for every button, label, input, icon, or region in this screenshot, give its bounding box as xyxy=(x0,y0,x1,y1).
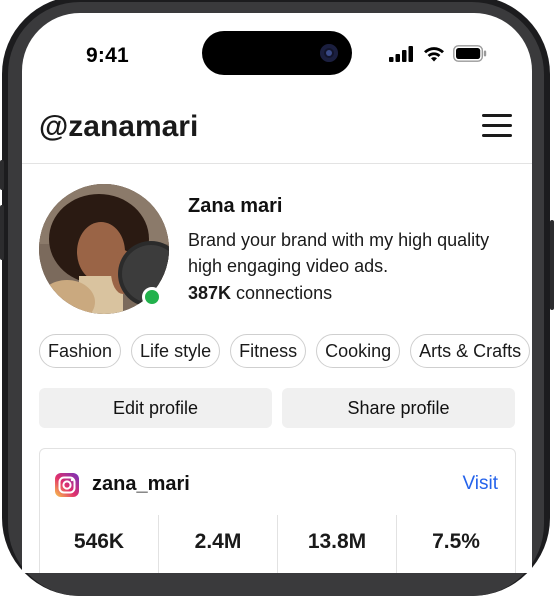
side-button-left xyxy=(0,160,4,190)
tag-arts-crafts[interactable]: Arts & Crafts xyxy=(410,334,531,368)
signal-icon xyxy=(389,45,413,62)
status-time: 9:41 xyxy=(86,44,129,67)
social-handle: zana_mari xyxy=(92,473,190,495)
interest-tags: Fashion Life style Fitness Cooking Arts … xyxy=(39,334,531,368)
instagram-icon xyxy=(55,473,79,497)
visit-link[interactable]: Visit xyxy=(462,473,498,495)
phone-screen: 9:41 @zanamari Zana mari Brand your bran… xyxy=(22,13,532,573)
profile-bio: Brand your brand with my high quality hi… xyxy=(188,230,490,276)
connections-count: 387K xyxy=(188,283,232,303)
camera-icon xyxy=(320,44,338,62)
tag-life-style[interactable]: Life style xyxy=(131,334,221,368)
volume-up-button xyxy=(0,205,4,260)
social-account-card: zana_mari Visit 546K 2.4M 13.8M 7.5% xyxy=(39,448,516,573)
tag-fitness[interactable]: Fitness xyxy=(230,334,307,368)
stat-value: 2.4M xyxy=(159,515,278,573)
profile-connections: 387K connections xyxy=(188,283,332,304)
power-button xyxy=(550,220,554,310)
social-stats: 546K 2.4M 13.8M 7.5% xyxy=(40,515,515,573)
stat-value: 546K xyxy=(40,515,159,573)
stat-value: 13.8M xyxy=(278,515,397,573)
dynamic-island xyxy=(202,31,352,75)
profile-username: @zanamari xyxy=(39,110,199,143)
tag-cooking[interactable]: Cooking xyxy=(316,334,401,368)
header-divider xyxy=(22,163,532,164)
menu-icon[interactable] xyxy=(482,114,512,140)
connections-label: connections xyxy=(231,283,333,303)
stat-value: 7.5% xyxy=(432,530,480,553)
tag-fashion[interactable]: Fashion xyxy=(39,334,122,368)
wifi-icon xyxy=(424,46,444,61)
edit-profile-button[interactable]: Edit profile xyxy=(39,388,272,428)
share-profile-button[interactable]: Share profile xyxy=(282,388,515,428)
status-icons xyxy=(389,45,487,62)
profile-name: Zana mari xyxy=(188,195,283,217)
battery-icon xyxy=(453,45,487,62)
online-status-dot xyxy=(142,287,162,307)
